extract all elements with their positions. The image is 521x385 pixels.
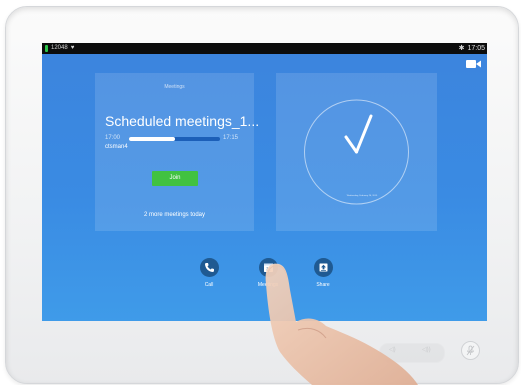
extension-number: 12048 xyxy=(51,45,68,51)
phone-icon xyxy=(204,263,214,272)
status-time: 17:05 xyxy=(467,45,485,52)
meeting-card-header: Meetings xyxy=(164,84,185,90)
battery-icon xyxy=(45,45,48,52)
meeting-progress-bar xyxy=(129,137,220,141)
dock-item-call[interactable]: Call xyxy=(179,258,239,288)
favorite-icon: ♥ xyxy=(70,45,75,51)
call-label: Call xyxy=(204,282,214,288)
clock-hour-hand xyxy=(344,135,358,154)
meeting-start-time: 17:00 xyxy=(105,135,121,141)
meetings-button[interactable]: 31 xyxy=(258,258,278,277)
bluetooth-icon: ✱ xyxy=(458,45,465,52)
meeting-title: Scheduled meetings_1... xyxy=(105,113,260,129)
share-label: Share xyxy=(316,282,330,288)
share-button[interactable] xyxy=(313,258,333,277)
volume-down-icon[interactable]: ◁) xyxy=(389,346,396,353)
meetings-label: Meetings xyxy=(257,282,279,288)
more-meetings-link[interactable]: 2 more meetings today xyxy=(95,212,254,218)
meeting-progress-fill xyxy=(129,137,175,141)
meeting-card: Meetings Scheduled meetings_1... 17:00 1… xyxy=(95,73,260,231)
calendar-icon: 31 xyxy=(263,263,273,272)
clock-date-caption: Wednesday, February 26, 2015 xyxy=(347,194,378,197)
microphone-icon xyxy=(466,345,475,356)
clock-minute-hand xyxy=(355,114,373,154)
calendar-day-number: 31 xyxy=(266,267,271,272)
status-bar: 12048 ♥ ✱ 17:05 xyxy=(42,43,487,54)
camera-icon[interactable] xyxy=(466,59,481,69)
touch-screen: 12048 ♥ ✱ 17:05 Meetings Scheduled meeti… xyxy=(42,43,487,321)
analog-clock: Wednesday, February 26, 2015 xyxy=(304,99,409,205)
dock-item-meetings[interactable]: 31 Meetings xyxy=(238,258,298,288)
join-button[interactable]: Join xyxy=(152,171,198,186)
dock-item-share[interactable]: Share xyxy=(293,258,353,288)
mute-mic-button[interactable] xyxy=(461,341,480,360)
clock-card: Wednesday, February 26, 2015 xyxy=(276,73,437,231)
call-button[interactable] xyxy=(199,258,219,277)
meeting-host: ctsman4 xyxy=(105,144,128,150)
meeting-end-time: 17:15 xyxy=(223,135,239,141)
volume-up-icon[interactable]: ◁)) xyxy=(422,346,431,353)
share-upload-icon xyxy=(319,263,327,272)
